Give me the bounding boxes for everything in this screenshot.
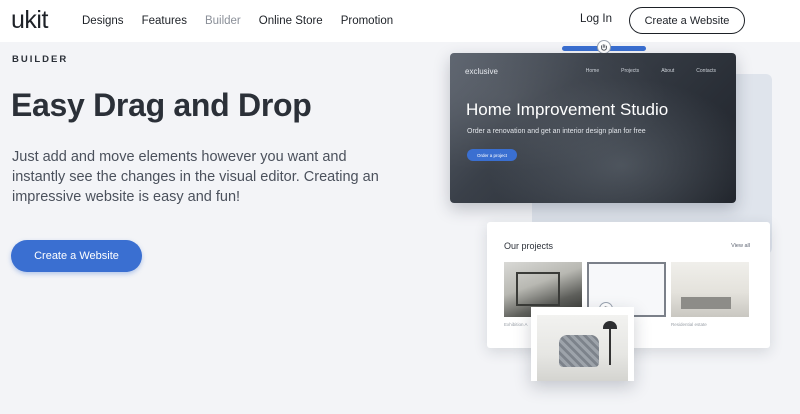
preview-menu-item: Home [585,68,600,74]
preview-menu-item: Contacts [696,68,716,74]
project-thumbnail [671,262,749,317]
armchair-shape [559,335,599,367]
armchair-photo [537,315,628,381]
preview-menu-item: About [661,68,675,74]
dragged-image-card [531,307,634,381]
ukit-logo[interactable]: ukit [11,6,48,35]
hero-description: Just add and move elements however you w… [12,149,379,205]
nav-link-promotion[interactable]: Promotion [341,15,393,27]
nav-links: Designs Features Builder Online Store Pr… [82,0,411,42]
nav-link-features[interactable]: Features [142,15,187,27]
preview-subtitle: Order a renovation and get an interior d… [467,128,646,135]
section-eyebrow: BUILDER [12,54,69,65]
nav-create-website-button[interactable]: Create a Website [629,7,745,34]
top-navigation: ukit Designs Features Builder Online Sto… [0,0,800,42]
project-caption: Residential estate [671,322,707,327]
project-caption: Exhibition A [504,322,528,327]
nav-link-builder[interactable]: Builder [205,15,241,27]
nav-link-online-store[interactable]: Online Store [259,15,323,27]
nav-link-designs[interactable]: Designs [82,15,124,27]
preview-menu: Home Projects About Contacts [564,68,716,74]
preview-brand: exclusive [465,67,498,76]
view-all-link: View all [731,243,750,249]
projects-title: Our projects [504,241,554,251]
hero-title: Easy Drag and Drop [11,87,312,123]
lamp-shade [603,321,617,329]
hero-create-website-button[interactable]: Create a Website [11,240,142,272]
drag-hand-icon [597,40,611,54]
preview-menu-item: Projects [621,68,640,74]
website-hero-preview: exclusive Home Projects About Contacts H… [450,53,736,203]
lamp-stand [609,325,611,365]
preview-title: Home Improvement Studio [466,100,669,119]
preview-button: Order a project [467,149,517,161]
login-link[interactable]: Log In [580,13,612,25]
